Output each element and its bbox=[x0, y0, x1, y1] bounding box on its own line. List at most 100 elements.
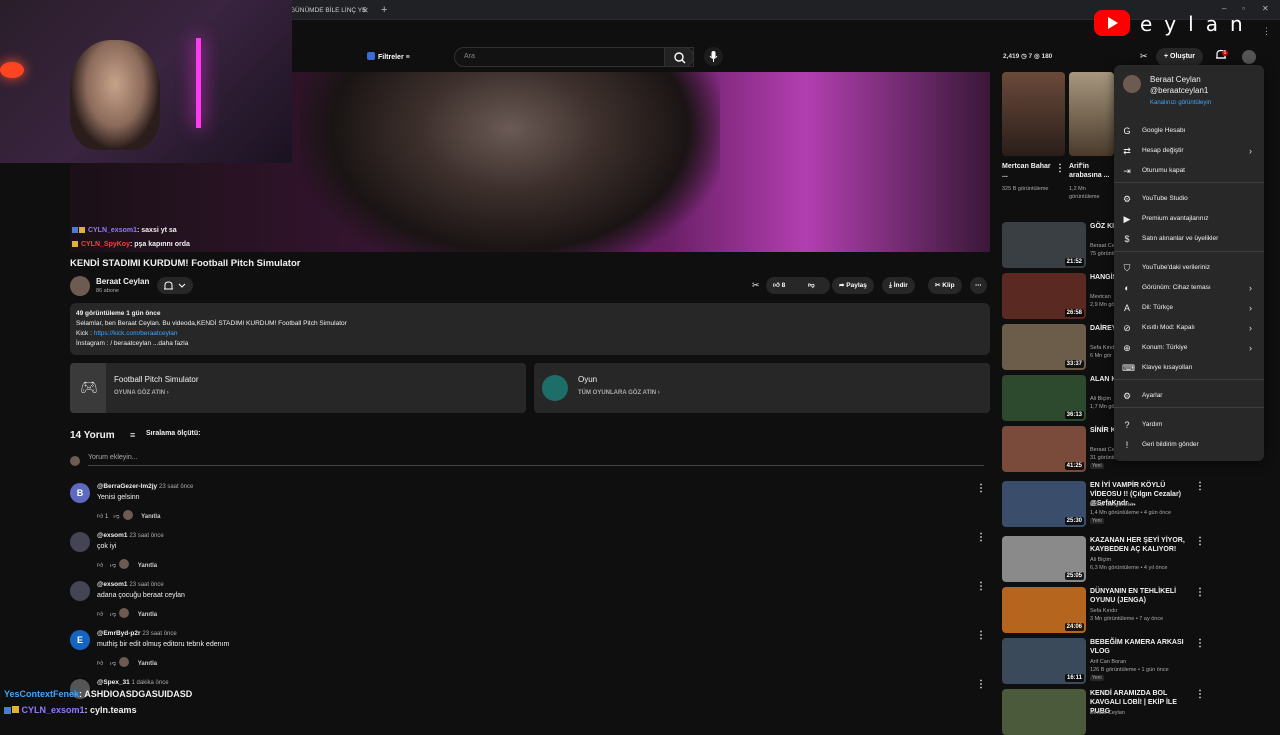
comment-avatar[interactable]: B bbox=[70, 483, 90, 503]
comment-time[interactable]: 23 saat önce bbox=[159, 484, 193, 490]
browser-menu-icon[interactable]: ⋮ bbox=[1262, 26, 1271, 37]
reply-button[interactable]: Yanıtla bbox=[141, 514, 160, 520]
menu-item[interactable]: ⊕ Konum: Türkiye › bbox=[1114, 339, 1264, 357]
games-card[interactable]: Oyun TÜM OYUNLARA GÖZ ATIN › bbox=[534, 363, 990, 413]
menu-item[interactable]: ⇄ Hesap değiştir › bbox=[1114, 142, 1264, 160]
dislike-icon[interactable]: 👎︎ bbox=[113, 514, 119, 520]
video-thumbnail[interactable]: 41:25 bbox=[1002, 426, 1086, 472]
download-button[interactable]: ⤓ İndir bbox=[882, 277, 915, 294]
search-input[interactable]: Ara bbox=[454, 47, 694, 67]
comment-menu-icon[interactable]: ⋮ bbox=[976, 483, 986, 494]
video-title[interactable]: DÜNYANIN EN TEHLİKELİ OYUNU (JENGA) bbox=[1090, 587, 1190, 605]
game-card[interactable]: 🎮︎ Football Pitch Simulator OYUNA GÖZ AT… bbox=[70, 363, 526, 413]
menu-item[interactable]: G Google Hesabı bbox=[1114, 122, 1264, 140]
comment-author[interactable]: @EmrByd-p2r bbox=[97, 630, 141, 637]
video-channel[interactable]: Ali Biçim bbox=[1090, 556, 1111, 564]
dislike-icon[interactable]: 👎︎ bbox=[110, 661, 116, 667]
subscription-bell-button[interactable] bbox=[157, 277, 193, 294]
share-button[interactable]: ➦ Paylaş bbox=[832, 277, 874, 294]
reply-button[interactable]: Yanıtla bbox=[138, 661, 157, 667]
short-menu-icon[interactable]: ⋮ bbox=[1055, 163, 1065, 174]
menu-item[interactable]: ? Yardım bbox=[1114, 416, 1264, 434]
short-title[interactable]: Arif'in arabasına ... bbox=[1069, 162, 1114, 180]
comment-time[interactable]: 23 saat önce bbox=[142, 631, 176, 637]
menu-item[interactable]: ⊘ Kısıtlı Mod: Kapalı › bbox=[1114, 319, 1264, 337]
dislike-icon[interactable]: 👎︎ bbox=[808, 277, 815, 294]
game-link[interactable]: OYUNA GÖZ ATIN › bbox=[114, 390, 169, 396]
menu-item[interactable]: ⌨ Klavye kısayolları bbox=[1114, 359, 1264, 377]
video-channel[interactable]: Beraat Ce bbox=[1090, 242, 1115, 250]
video-thumbnail[interactable]: 25:05 bbox=[1002, 536, 1086, 582]
more-actions-button[interactable]: ⋯ bbox=[970, 277, 987, 294]
video-channel[interactable]: Mevtcan bbox=[1090, 293, 1111, 301]
new-tab-button[interactable]: + bbox=[381, 3, 387, 17]
games-link[interactable]: TÜM OYUNLARA GÖZ ATIN › bbox=[578, 390, 660, 396]
dislike-icon[interactable]: 👎︎ bbox=[110, 563, 116, 569]
video-channel[interactable]: Sefa Kındır bbox=[1090, 607, 1118, 615]
add-comment-input[interactable]: Yorum ekleyin... bbox=[88, 454, 984, 466]
video-menu-icon[interactable]: ⋮ bbox=[1195, 536, 1205, 547]
video-thumbnail[interactable]: 16:11 bbox=[1002, 638, 1086, 684]
reply-button[interactable]: Yanıtla bbox=[138, 612, 157, 618]
video-thumbnail[interactable]: 25:30 bbox=[1002, 481, 1086, 527]
comment-menu-icon[interactable]: ⋮ bbox=[976, 581, 986, 592]
close-window-icon[interactable]: ✕ bbox=[1262, 4, 1269, 13]
voice-search-button[interactable] bbox=[704, 47, 723, 66]
short-thumbnail[interactable] bbox=[1002, 72, 1065, 156]
create-button[interactable]: + Oluştur bbox=[1156, 48, 1203, 66]
video-channel[interactable]: Beraat Ceylan bbox=[1090, 709, 1125, 717]
video-thumbnail[interactable]: 26:58 bbox=[1002, 273, 1086, 319]
comment-menu-icon[interactable]: ⋮ bbox=[976, 630, 986, 641]
menu-item[interactable]: ⚙ Ayarlar bbox=[1114, 387, 1264, 405]
menu-item[interactable]: ▶ Premium avantajlarınız bbox=[1114, 210, 1264, 228]
sort-icon[interactable]: ≡ bbox=[130, 430, 135, 440]
view-channel-link[interactable]: Kanalınızı görüntüleyin bbox=[1150, 100, 1211, 106]
video-thumbnail[interactable]: 24:06 bbox=[1002, 587, 1086, 633]
channel-name[interactable]: Beraat Ceylan bbox=[96, 277, 149, 286]
comment-author[interactable]: @exsom1 bbox=[97, 532, 128, 539]
menu-item[interactable]: ⇥ Oturumu kapat bbox=[1114, 162, 1264, 180]
clip-button[interactable]: ✂ Klip bbox=[928, 277, 962, 294]
video-title[interactable]: KAZANAN HER ŞEYİ YİYOR, KAYBEDEN AÇ KALI… bbox=[1090, 536, 1190, 554]
channel-avatar[interactable] bbox=[70, 276, 90, 296]
video-title[interactable]: BEBEĞİM KAMERA ARKASI VLOG bbox=[1090, 638, 1190, 656]
clip-icon[interactable]: ✂ bbox=[752, 280, 760, 291]
sort-button[interactable]: Sıralama ölçütü: bbox=[146, 430, 200, 437]
dislike-icon[interactable]: 👎︎ bbox=[110, 612, 116, 618]
menu-item[interactable]: ⛉ YouTube'daki verileriniz bbox=[1114, 259, 1264, 277]
video-thumbnail[interactable]: 36:13 bbox=[1002, 375, 1086, 421]
comment-menu-icon[interactable]: ⋮ bbox=[976, 532, 986, 543]
tab-close-icon[interactable]: ✕ bbox=[362, 3, 369, 19]
menu-item[interactable]: ! Geri bildirim gönder bbox=[1114, 436, 1264, 454]
menu-item[interactable]: A Dil: Türkçe › bbox=[1114, 299, 1264, 317]
menu-item[interactable]: ⚙ YouTube Studio bbox=[1114, 190, 1264, 208]
video-menu-icon[interactable]: ⋮ bbox=[1195, 481, 1205, 492]
video-channel[interactable]: Sefa Kınd bbox=[1090, 344, 1114, 352]
short-title[interactable]: Mertcan Bahar ... bbox=[1002, 162, 1052, 180]
like-icon[interactable]: 👍︎ bbox=[97, 612, 103, 618]
video-channel[interactable]: Murat Sungurtekin bbox=[1090, 501, 1135, 509]
comment-avatar[interactable] bbox=[70, 581, 90, 601]
video-menu-icon[interactable]: ⋮ bbox=[1195, 587, 1205, 598]
search-button[interactable] bbox=[664, 47, 694, 67]
account-avatar[interactable] bbox=[1242, 50, 1256, 64]
video-channel[interactable]: Beraat Ce bbox=[1090, 446, 1115, 454]
video-thumbnail[interactable]: 33:37 bbox=[1002, 324, 1086, 370]
like-icon[interactable]: 👍︎ bbox=[97, 514, 103, 520]
video-thumbnail[interactable] bbox=[1002, 689, 1086, 735]
description-box[interactable]: 49 görüntüleme 1 gün önce Selamlar, ben … bbox=[70, 303, 990, 355]
like-icon[interactable]: 👍︎ bbox=[97, 661, 103, 667]
comment-avatar[interactable]: E bbox=[70, 630, 90, 650]
video-channel[interactable]: Ali Biçim bbox=[1090, 395, 1111, 403]
short-thumbnail[interactable] bbox=[1069, 72, 1114, 156]
comment-avatar[interactable] bbox=[70, 532, 90, 552]
like-icon[interactable]: 👍︎ bbox=[97, 563, 103, 569]
menu-item[interactable]: $ Satın alınanlar ve üyelikler bbox=[1114, 230, 1264, 248]
video-menu-icon[interactable]: ⋮ bbox=[1195, 689, 1205, 700]
comment-author[interactable]: @BerraGezer-lm2jy bbox=[97, 483, 157, 490]
comment-author[interactable]: @exsom1 bbox=[97, 581, 128, 588]
menu-item[interactable]: ◐ Görünüm: Cihaz teması › bbox=[1114, 279, 1264, 297]
comment-menu-icon[interactable]: ⋮ bbox=[976, 679, 986, 690]
like-icon[interactable]: 👍︎ bbox=[773, 282, 780, 289]
video-channel[interactable]: Arif Can Boran bbox=[1090, 658, 1126, 666]
